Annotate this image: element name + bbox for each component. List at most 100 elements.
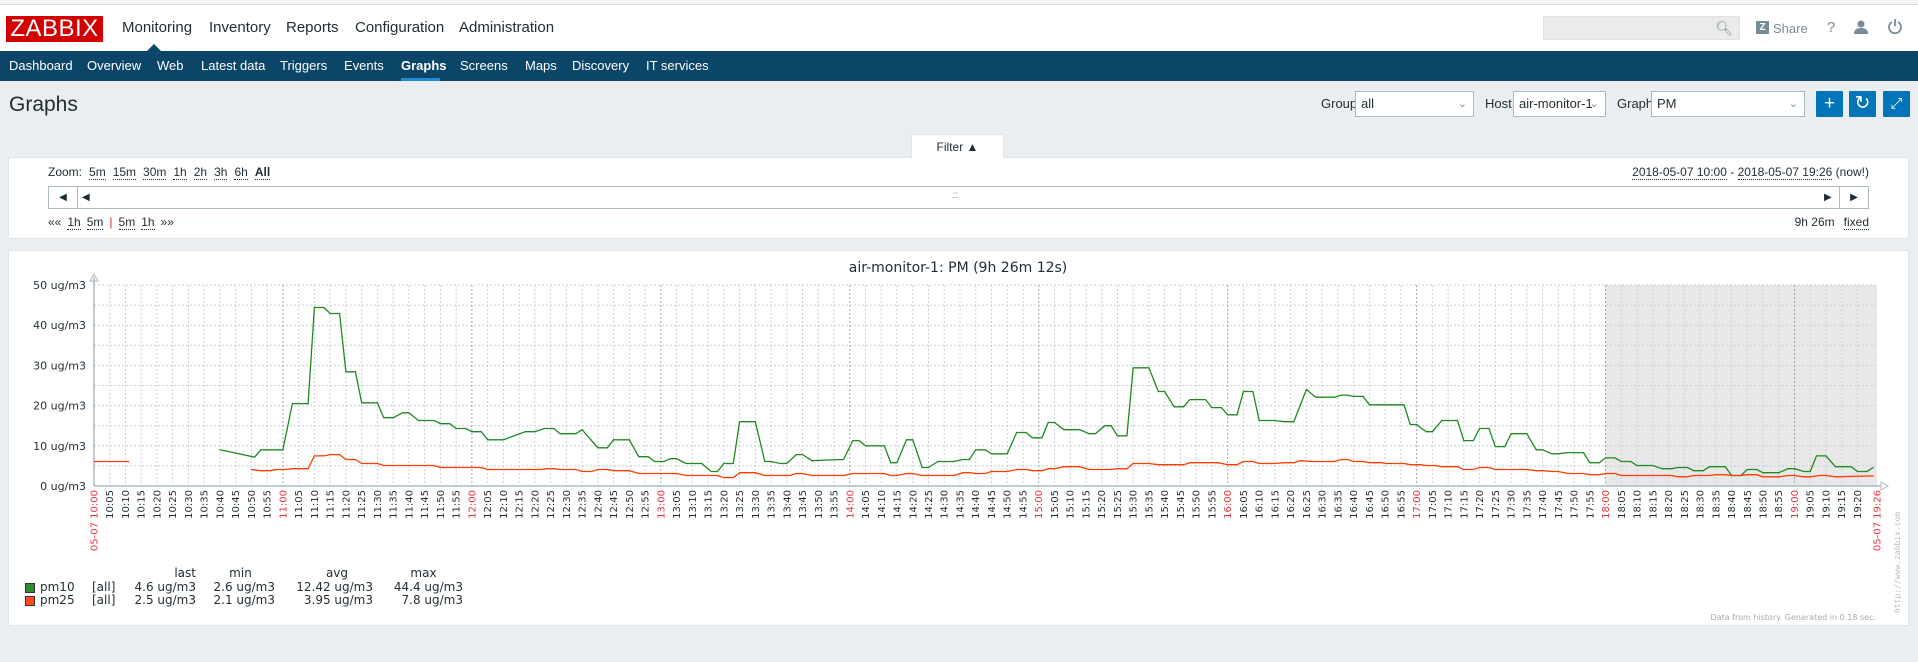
data-point-pm10 [1189,398,1191,401]
data-point-pm10 [1173,406,1175,408]
data-point-pm25 [1463,468,1465,471]
data-point-pm10 [927,466,930,469]
data-point-pm10 [858,439,860,442]
data-point-pm10 [912,439,914,441]
x-tick-label: 14:00 [845,490,856,519]
data-point-pm10 [553,427,555,430]
x-tick-label: 16:10 [1255,490,1266,519]
data-point-pm10 [984,449,986,451]
x-tick-label: 18:50 [1759,490,1770,519]
data-point-pm25 [1217,462,1219,464]
data-point-pm10 [417,419,419,422]
data-point-pm25 [990,470,993,473]
data-point-pm10 [732,462,734,465]
data-point-pm10 [1362,395,1364,397]
data-point-pm25 [1488,466,1490,469]
data-point-pm25 [1434,464,1437,467]
data-point-pm25 [1312,460,1314,463]
data-point-pm25 [628,470,630,472]
data-point-pm25 [291,468,293,470]
x-tick-label: 14:20 [908,490,919,519]
y-tick-label: 40 ug/m3 [33,319,86,332]
data-point-pm25 [1353,460,1355,463]
data-point-pm25 [675,472,678,475]
data-point-pm10 [716,470,719,473]
x-tick-label: 16:25 [1302,490,1313,519]
data-point-pm10 [1182,406,1185,408]
data-point-pm10 [1677,466,1679,469]
data-point-pm10 [937,460,939,463]
x-tick-label: 11:55 [452,490,463,519]
data-point-pm25 [1299,460,1301,462]
data-point-pm10 [606,447,608,449]
data-point-pm10 [1671,468,1673,470]
data-point-pm10 [1686,466,1689,469]
data-point-pm25 [1368,462,1370,464]
data-point-pm25 [1441,466,1443,468]
data-point-pm10 [1809,470,1811,473]
data-point-pm25 [1793,474,1796,477]
data-point-pm25 [553,468,555,470]
data-point-pm25 [764,474,766,477]
data-point-pm10 [764,460,766,463]
data-point-pm10 [291,402,293,405]
y-tick-label: 10 ug/m3 [33,440,86,453]
x-tick-label: 16:05 [1239,490,1250,519]
data-point-pm25 [128,460,130,463]
x-tick-label: 19:15 [1837,490,1848,519]
data-point-pm10 [1116,435,1119,437]
data-point-pm10 [1724,466,1726,468]
x-tick-label: 17:35 [1522,490,1533,519]
x-tick-label: 18:55 [1774,490,1785,519]
data-point-pm10 [1227,414,1229,416]
data-point-pm10 [1088,433,1090,435]
data-point-pm25 [590,470,593,473]
data-point-pm25 [575,468,577,471]
data-point-pm10 [534,431,536,433]
data-point-pm10 [559,433,561,435]
data-point-pm25 [1541,470,1544,472]
x-tick-label: 13:55 [830,490,841,519]
data-point-pm10 [723,462,725,465]
data-point-pm25 [1419,464,1421,466]
x-tick-label: 11:00 [278,490,289,519]
data-point-pm10 [313,306,316,309]
data-point-pm25 [250,468,253,471]
data-point-pm10 [1258,419,1260,422]
data-point-pm25 [1157,464,1159,466]
data-point-pm25 [685,474,687,477]
x-tick-label: 13:25 [735,490,746,519]
data-point-pm25 [354,458,356,461]
data-point-pm10 [1872,466,1874,469]
data-point-pm25 [953,474,955,477]
data-point-pm25 [285,468,287,471]
data-point-pm10 [1708,466,1711,468]
y-tick-label: 20 ug/m3 [33,400,86,413]
data-point-pm10 [1016,431,1018,434]
x-tick-label: 11:05 [294,490,305,519]
x-tick-label: 13:15 [704,490,715,519]
data-point-pm25 [723,476,725,479]
x-tick-label: 14:15 [893,490,904,519]
data-point-pm25 [1293,462,1295,464]
data-point-pm10 [392,417,394,419]
data-point-pm25 [1778,476,1780,478]
data-point-pm25 [345,458,347,461]
legend-pm25-name: pm25 [40,593,75,607]
data-point-pm25 [376,462,379,465]
x-tick-label: 15:15 [1081,490,1092,519]
data-point-pm25 [801,472,804,475]
data-point-pm25 [1252,460,1254,463]
x-tick-label: 18:30 [1696,490,1707,519]
data-point-pm10 [1031,437,1034,439]
data-point-pm10 [260,449,262,451]
data-point-pm10 [1315,396,1317,398]
data-point-pm10 [1053,421,1056,424]
x-tick-label: 16:35 [1333,490,1344,519]
data-point-pm25 [1614,472,1616,475]
data-point-pm10 [1416,423,1418,426]
legend-header-avg: avg [325,566,349,580]
data-point-pm25 [1746,474,1748,476]
x-tick-label: 12:40 [593,490,604,519]
x-tick-label: 11:45 [420,490,431,519]
